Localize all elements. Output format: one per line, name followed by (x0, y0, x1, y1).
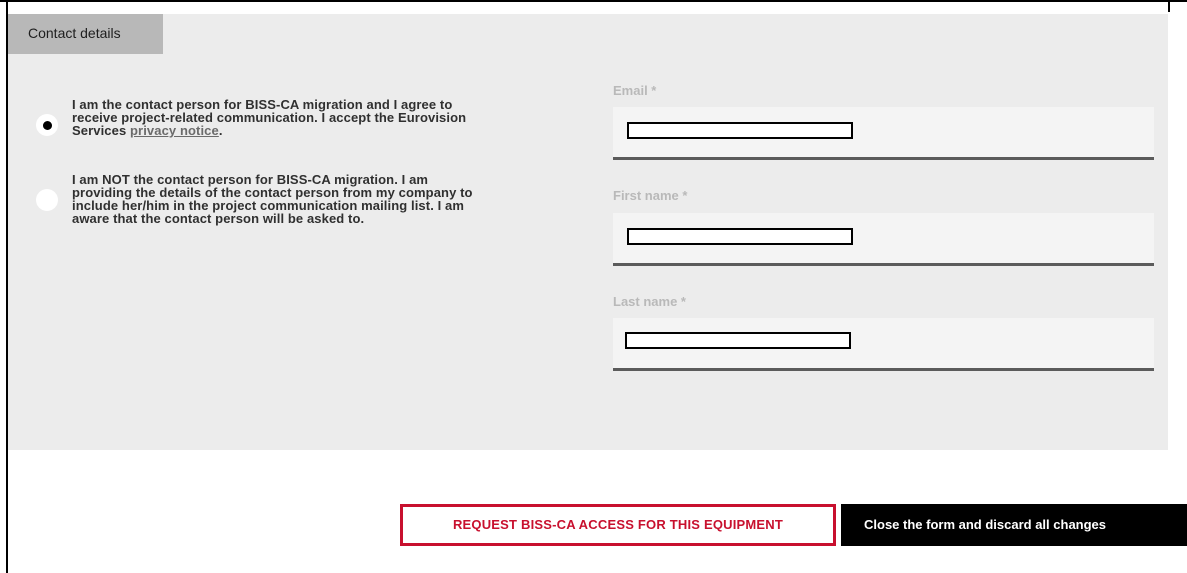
radio-option-text: Services (72, 123, 131, 138)
radio-dot-icon (42, 120, 52, 130)
radio-option-not-contact-person[interactable]: I am NOT the contact person for BISS-CA … (36, 173, 473, 225)
email-value-redacted (627, 122, 853, 139)
radio-option-line: Services privacy notice. (72, 124, 466, 137)
last-name-value-redacted (625, 332, 851, 349)
frame-right-border (1168, 0, 1170, 12)
close-form-button[interactable]: Close the form and discard all changes (841, 504, 1187, 546)
first-name-label: First name * (613, 188, 688, 203)
radio-button-selected[interactable] (36, 114, 58, 136)
first-name-field[interactable] (613, 213, 1154, 266)
tab-contact-details[interactable]: Contact details (8, 14, 163, 54)
radio-option-text: . (218, 123, 223, 138)
email-label: Email * (613, 83, 657, 98)
last-name-field[interactable] (613, 318, 1154, 371)
radio-button-unselected[interactable] (36, 189, 58, 211)
privacy-notice-link[interactable]: privacy notice (130, 123, 219, 138)
request-access-button[interactable]: REQUEST BISS-CA ACCESS FOR THIS EQUIPMEN… (400, 504, 836, 546)
radio-option-contact-person[interactable]: I am the contact person for BISS-CA migr… (36, 98, 466, 137)
radio-option-label: I am NOT the contact person for BISS-CA … (72, 173, 473, 225)
radio-option-label: I am the contact person for BISS-CA migr… (72, 98, 466, 137)
last-name-label: Last name * (613, 294, 686, 309)
email-field[interactable] (613, 107, 1154, 160)
first-name-value-redacted (627, 228, 853, 245)
radio-option-line: aware that the contact person will be as… (72, 211, 365, 226)
frame-top-border (0, 0, 1187, 2)
